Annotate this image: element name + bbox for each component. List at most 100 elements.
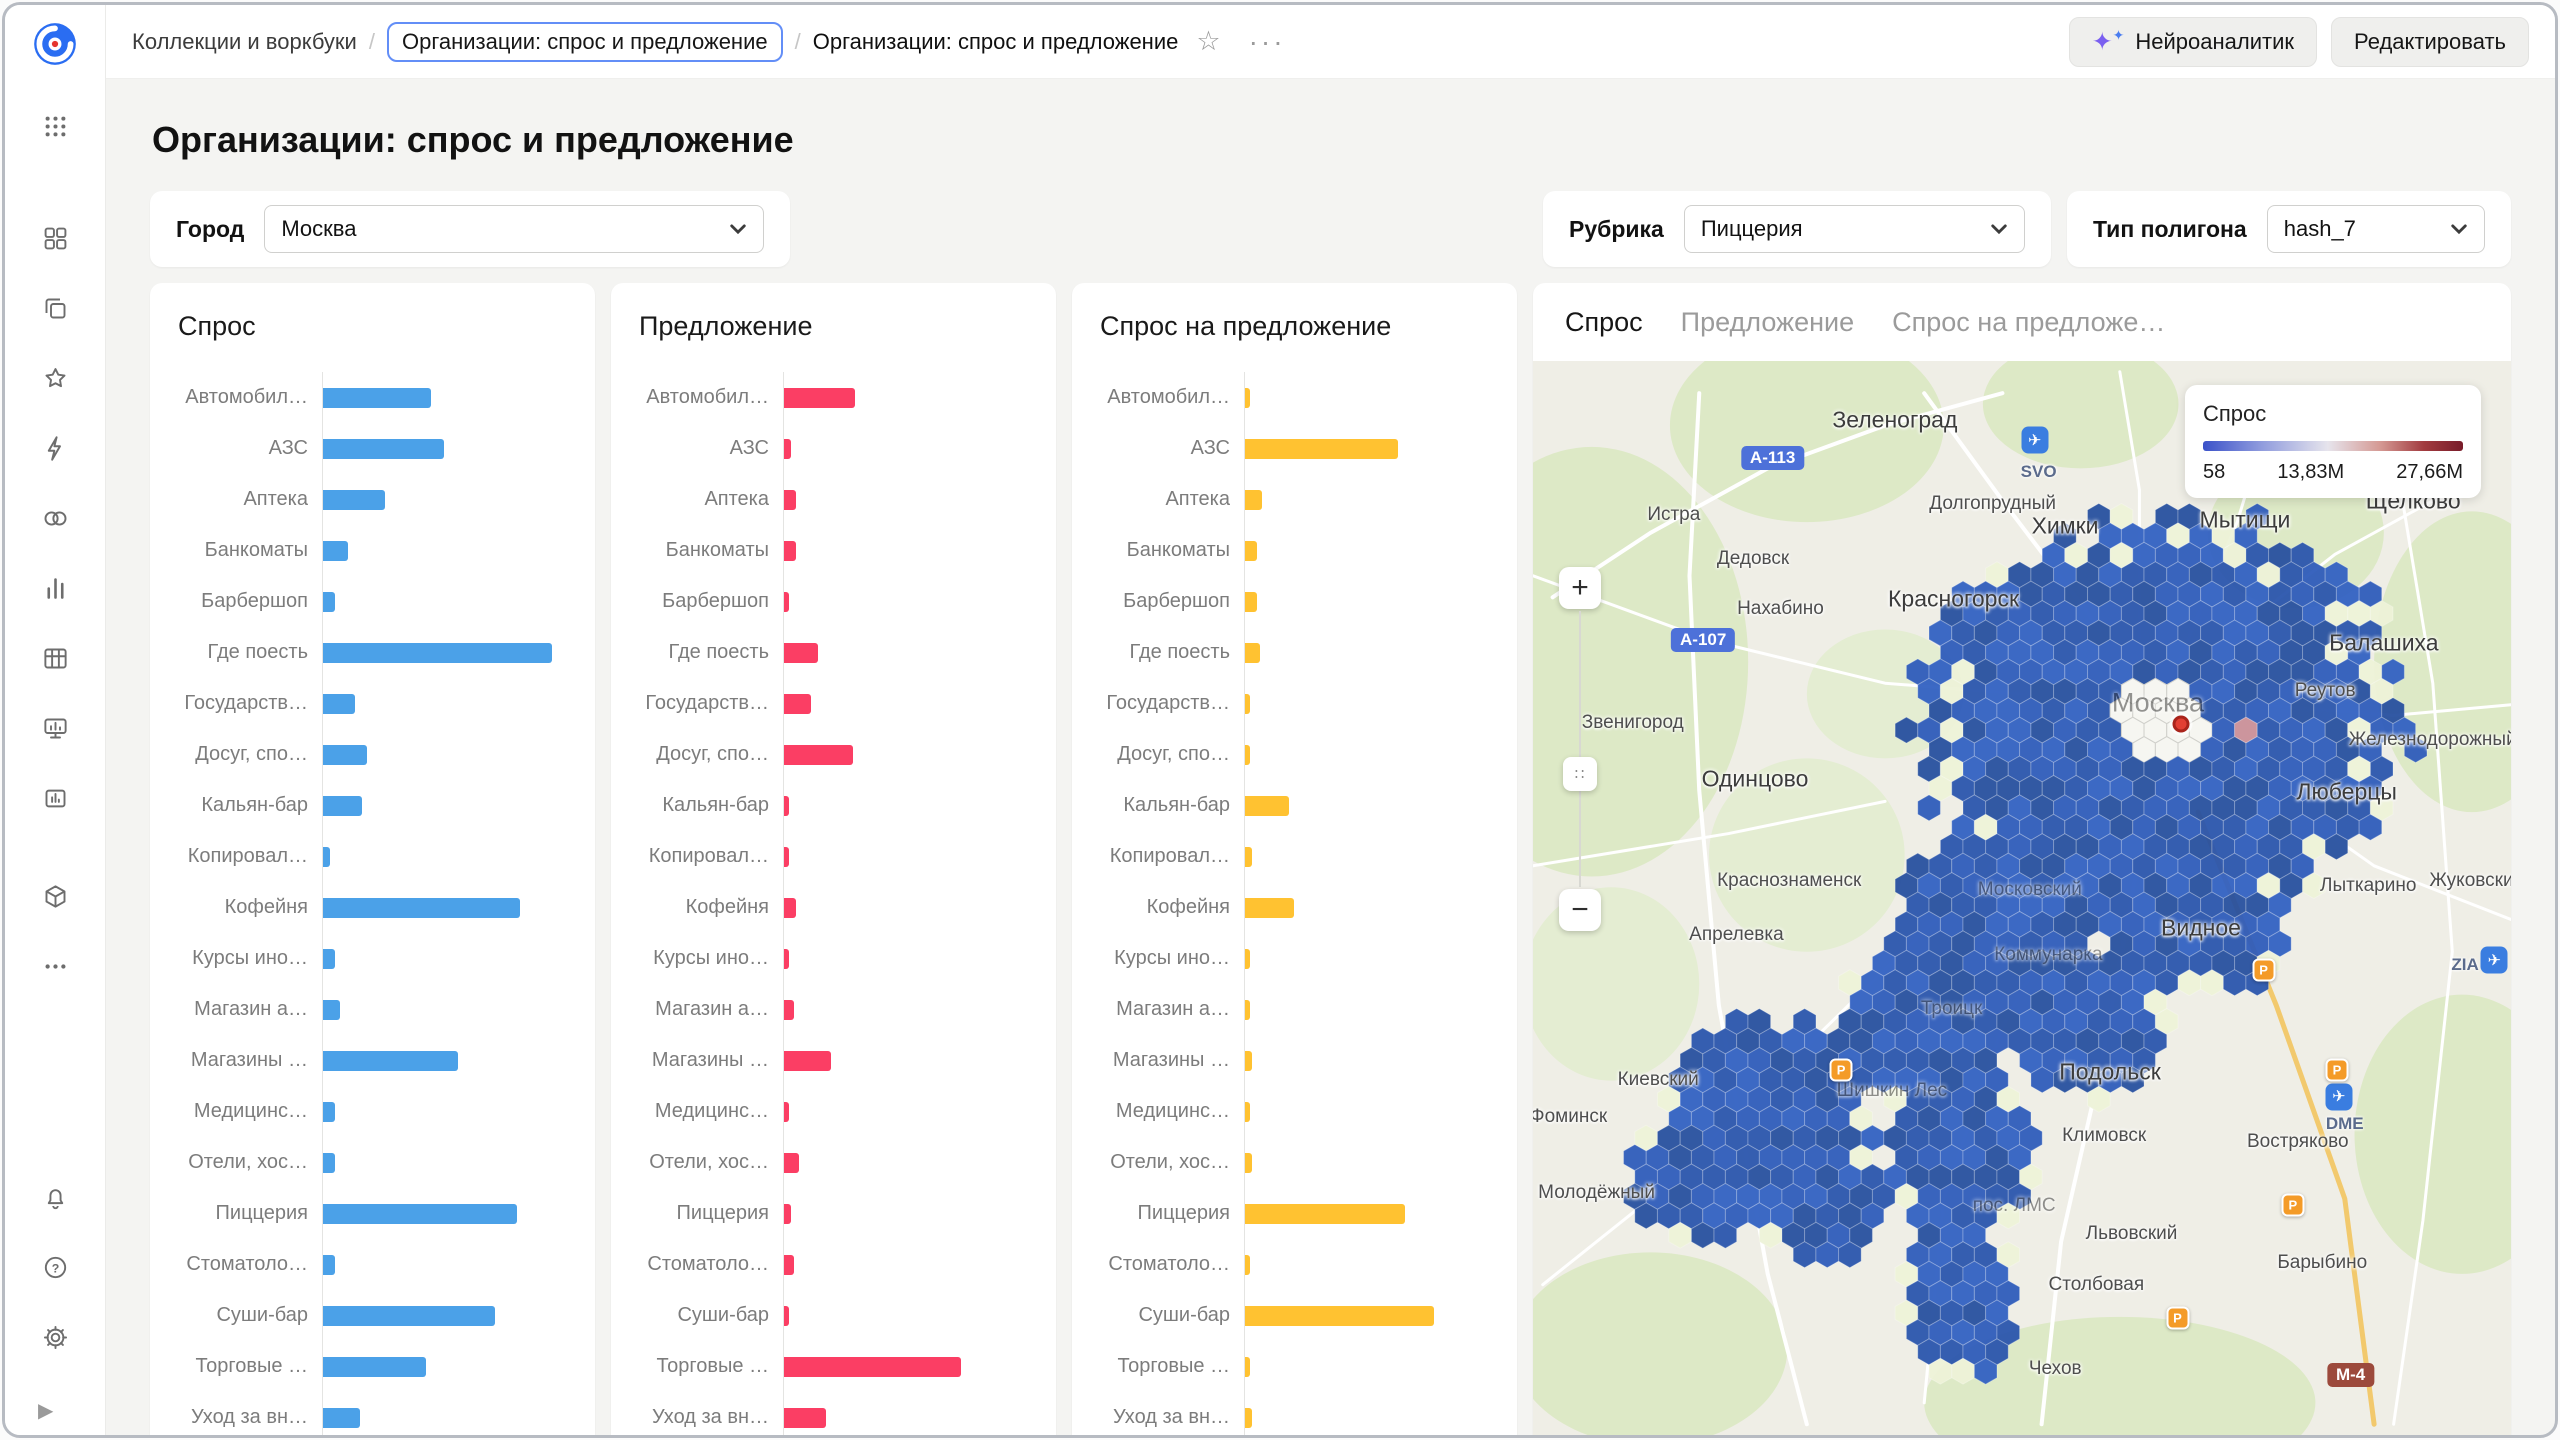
bar[interactable] — [1245, 1051, 1252, 1071]
bar[interactable] — [784, 796, 789, 816]
bar[interactable] — [784, 847, 789, 867]
bar[interactable] — [323, 1204, 517, 1224]
bar[interactable] — [1245, 745, 1250, 765]
airport-icon[interactable]: ✈ — [2481, 947, 2508, 974]
bar[interactable] — [1245, 1204, 1405, 1224]
bar[interactable] — [1245, 1255, 1250, 1275]
sidebar-item-favorites[interactable] — [20, 343, 90, 413]
sidebar-item-tables[interactable] — [20, 623, 90, 693]
zoom-in-button[interactable]: + — [1559, 567, 1601, 609]
bar[interactable] — [784, 592, 789, 612]
map-tab-supply[interactable]: Предложение — [1681, 307, 1854, 338]
bar[interactable] — [323, 439, 444, 459]
bar[interactable] — [323, 1000, 340, 1020]
bar[interactable] — [1245, 847, 1252, 867]
bar[interactable] — [1245, 1357, 1250, 1377]
neuro-analyst-button[interactable]: ✦✦ Нейроаналитик — [2069, 17, 2317, 67]
map-body[interactable]: ЗеленоградЛобняИстраДолгопрудныйХимкиМыт… — [1533, 361, 2511, 1435]
collapse-sidebar-button[interactable]: ▶ — [38, 1398, 53, 1423]
map-tab-demand[interactable]: Спрос — [1565, 307, 1643, 338]
sidebar-item-connections[interactable] — [20, 413, 90, 483]
bar[interactable] — [784, 541, 796, 561]
bar[interactable] — [1245, 388, 1250, 408]
airport-icon[interactable]: ✈ — [2325, 1083, 2352, 1110]
bar[interactable] — [323, 949, 335, 969]
bar[interactable] — [323, 1306, 495, 1326]
bar[interactable] — [323, 490, 385, 510]
breadcrumb-workbook-highlighted[interactable]: Организации: спрос и предложение — [387, 22, 783, 62]
bar[interactable] — [1245, 643, 1260, 663]
bar[interactable] — [784, 1153, 799, 1173]
sidebar-item-marketplace[interactable] — [20, 861, 90, 931]
city-select[interactable]: Москва — [264, 205, 764, 253]
bar[interactable] — [784, 1306, 789, 1326]
rubric-select[interactable]: Пиццерия — [1684, 205, 2025, 253]
bar[interactable] — [1245, 1102, 1250, 1122]
bar[interactable] — [784, 694, 811, 714]
poi-marker[interactable]: Р — [2325, 1058, 2348, 1081]
favorite-star-icon[interactable]: ☆ — [1196, 26, 1220, 57]
bar[interactable] — [323, 541, 348, 561]
measure-tool-button[interactable]: ∷ — [1563, 757, 1597, 791]
bar[interactable] — [784, 388, 855, 408]
poi-marker[interactable]: Р — [2281, 1194, 2304, 1217]
bar[interactable] — [784, 898, 796, 918]
polygon-type-select[interactable]: hash_7 — [2267, 205, 2485, 253]
bar[interactable] — [323, 796, 362, 816]
bar[interactable] — [323, 1153, 335, 1173]
datalens-logo[interactable] — [30, 19, 80, 69]
help-button[interactable]: ? — [20, 1232, 90, 1302]
bar[interactable] — [323, 388, 431, 408]
bar[interactable] — [1245, 439, 1398, 459]
poi-marker[interactable]: Р — [2252, 958, 2275, 981]
zoom-slider-track[interactable] — [1579, 611, 1581, 887]
breadcrumb-collections[interactable]: Коллекции и воркбуки — [132, 29, 357, 55]
bar[interactable] — [784, 949, 789, 969]
map-tab-demand-per-supply[interactable]: Спрос на предложе… — [1892, 307, 2165, 338]
bar[interactable] — [323, 745, 367, 765]
bar[interactable] — [784, 1000, 794, 1020]
settings-button[interactable] — [20, 1302, 90, 1372]
bar[interactable] — [323, 592, 335, 612]
sidebar-item-collections[interactable] — [20, 203, 90, 273]
airport-icon[interactable]: ✈ — [2021, 427, 2048, 454]
bar[interactable] — [323, 694, 355, 714]
bar[interactable] — [323, 1051, 458, 1071]
bar[interactable] — [1245, 898, 1294, 918]
sidebar-item-workbooks[interactable] — [20, 273, 90, 343]
sidebar-item-dashboards[interactable] — [20, 693, 90, 763]
bar[interactable] — [1245, 541, 1257, 561]
bar[interactable] — [784, 490, 796, 510]
bar[interactable] — [784, 1357, 961, 1377]
breadcrumb-more-icon[interactable]: ··· — [1249, 26, 1286, 58]
sidebar-item-charts[interactable] — [20, 553, 90, 623]
bar[interactable] — [1245, 490, 1262, 510]
bar[interactable] — [784, 1204, 791, 1224]
bar[interactable] — [323, 847, 330, 867]
bar[interactable] — [323, 1408, 360, 1428]
bar[interactable] — [323, 1102, 335, 1122]
notifications-button[interactable] — [20, 1162, 90, 1232]
bar[interactable] — [323, 1357, 426, 1377]
bar[interactable] — [1245, 592, 1257, 612]
sidebar-item-reports[interactable] — [20, 763, 90, 833]
bar[interactable] — [323, 898, 520, 918]
poi-marker[interactable]: Р — [1830, 1058, 1853, 1081]
bar[interactable] — [784, 1255, 794, 1275]
bar[interactable] — [784, 643, 818, 663]
bar[interactable] — [784, 1408, 826, 1428]
bar[interactable] — [1245, 1408, 1252, 1428]
bar[interactable] — [1245, 1153, 1252, 1173]
bar[interactable] — [784, 439, 791, 459]
apps-grid-button[interactable] — [20, 91, 90, 161]
edit-button[interactable]: Редактировать — [2331, 17, 2529, 67]
bar[interactable] — [323, 643, 552, 663]
bar[interactable] — [784, 1051, 831, 1071]
sidebar-item-more[interactable] — [20, 931, 90, 1001]
bar[interactable] — [1245, 949, 1250, 969]
bar[interactable] — [1245, 1306, 1434, 1326]
bar[interactable] — [323, 1255, 335, 1275]
sidebar-item-datasets[interactable] — [20, 483, 90, 553]
bar[interactable] — [1245, 796, 1289, 816]
bar[interactable] — [784, 745, 853, 765]
